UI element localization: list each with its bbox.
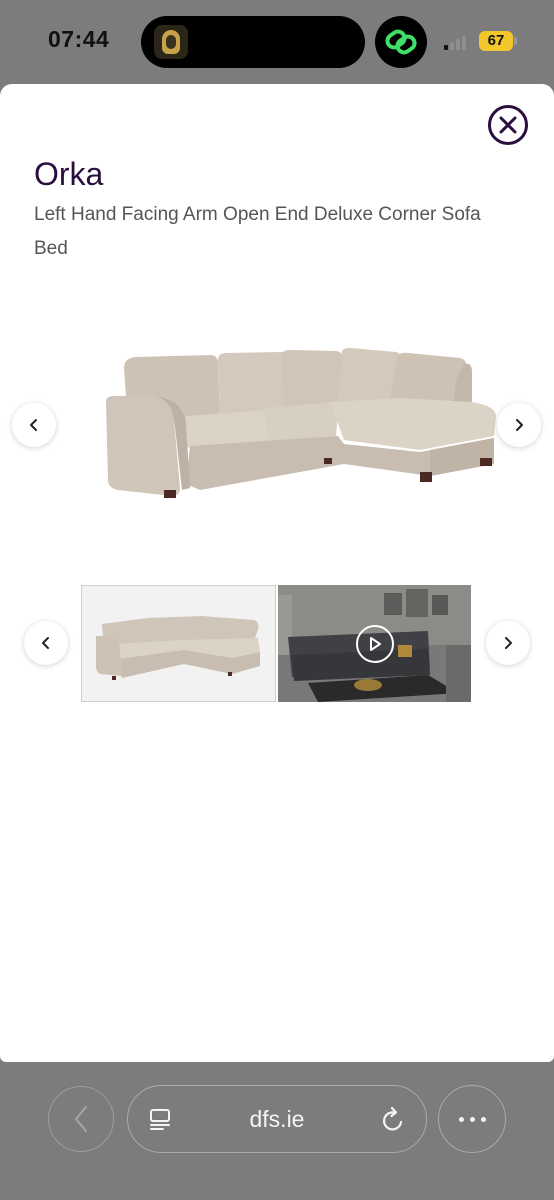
thumbnail-prev-button[interactable] <box>24 621 68 665</box>
battery-indicator: 67 <box>479 31 517 51</box>
play-video-button[interactable] <box>356 625 394 663</box>
chevron-right-icon <box>505 637 512 649</box>
product-title: Orka <box>34 156 104 192</box>
image-prev-button[interactable] <box>12 403 56 447</box>
more-icon <box>458 1116 464 1122</box>
address-bar[interactable]: dfs.ie <box>127 1085 427 1153</box>
status-time: 07:44 <box>48 26 110 52</box>
sofa-thumbnail <box>82 586 275 701</box>
status-bar: 07:44 67 <box>0 0 554 84</box>
play-icon <box>370 637 381 651</box>
main-product-image <box>100 340 500 540</box>
thumbnail-next-button[interactable] <box>486 621 530 665</box>
chevron-left-icon <box>75 1106 87 1132</box>
thumbnail-sofa-image[interactable] <box>81 585 276 702</box>
image-next-button[interactable] <box>497 403 541 447</box>
link-app-icon[interactable] <box>375 16 427 68</box>
close-icon <box>499 116 517 134</box>
sofa-image <box>106 348 496 498</box>
reload-icon[interactable] <box>380 1106 406 1134</box>
signal-strength-icon <box>444 34 472 50</box>
browser-toolbar: dfs.ie <box>0 1062 554 1200</box>
chevron-left-icon <box>30 419 37 431</box>
back-button[interactable] <box>48 1086 114 1152</box>
close-button[interactable] <box>488 105 528 145</box>
dynamic-island[interactable] <box>141 16 365 68</box>
chevron-left-icon <box>42 637 49 649</box>
live-activity-app-icon[interactable] <box>154 25 188 59</box>
chain-link-icon <box>385 29 417 55</box>
thumbnail-room-video[interactable] <box>278 585 471 702</box>
chevron-right-icon <box>516 419 523 431</box>
more-options-button[interactable] <box>438 1085 506 1153</box>
product-subtitle: Left Hand Facing Arm Open End Deluxe Cor… <box>34 204 481 259</box>
